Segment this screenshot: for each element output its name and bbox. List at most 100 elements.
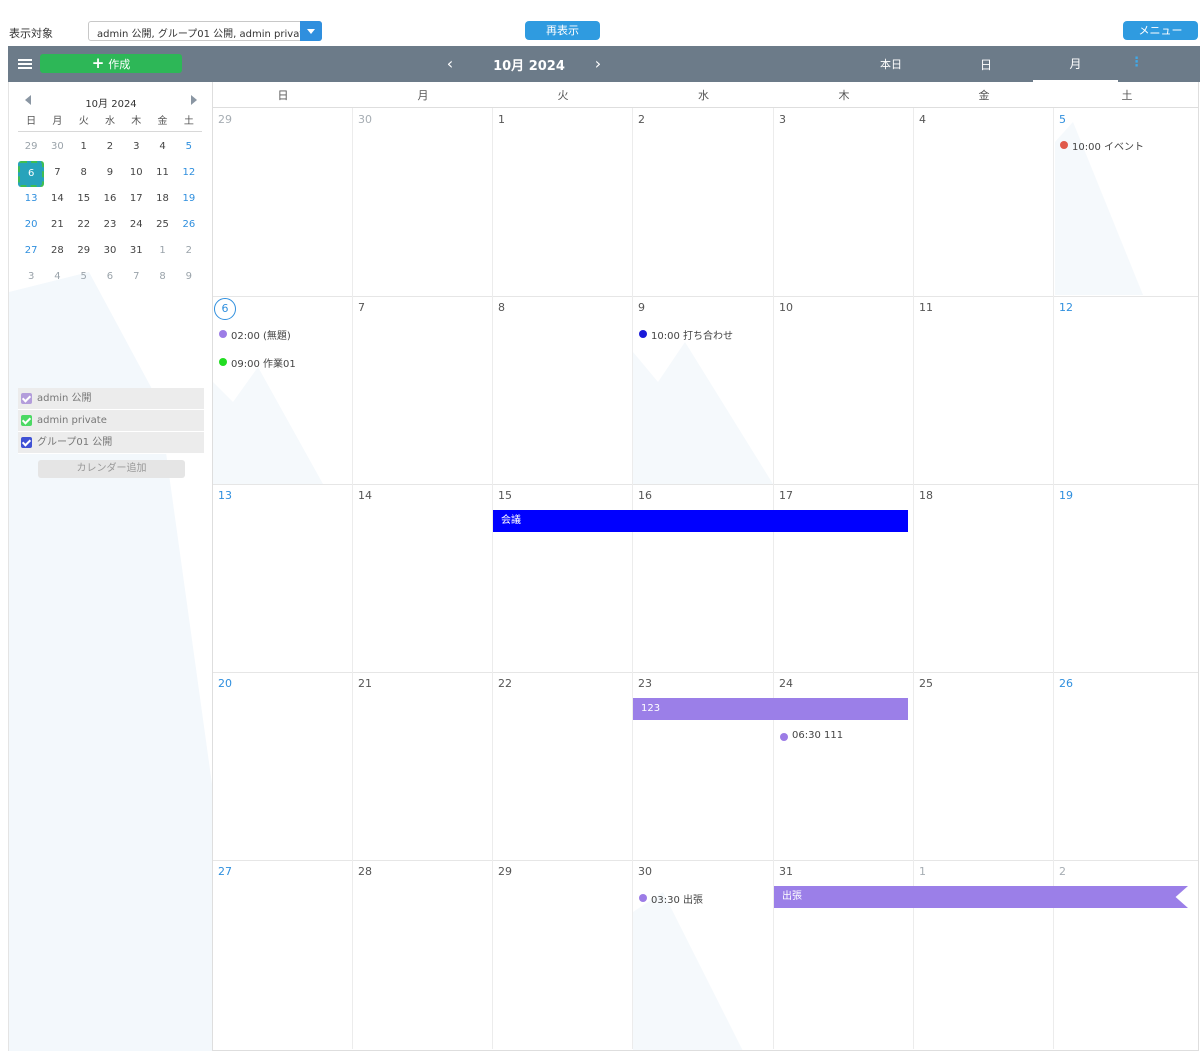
mini-day[interactable]: 29 bbox=[18, 136, 44, 162]
day-cell[interactable]: 3 bbox=[774, 108, 914, 297]
mini-day[interactable]: 4 bbox=[44, 266, 70, 292]
event-bar-business-trip[interactable]: 出張 bbox=[774, 886, 1188, 908]
month-view-tab[interactable]: 月 bbox=[1033, 46, 1118, 82]
day-cell[interactable]: 4 bbox=[914, 108, 1054, 297]
add-calendar-button[interactable]: カレンダー追加 bbox=[38, 460, 185, 478]
mini-day[interactable]: 29 bbox=[71, 240, 97, 266]
mini-next-month-icon[interactable] bbox=[191, 95, 197, 105]
mini-day[interactable]: 27 bbox=[18, 240, 44, 266]
checkbox-checked-icon[interactable] bbox=[21, 393, 32, 404]
mini-day-today[interactable]: 6 bbox=[18, 161, 45, 187]
mini-day[interactable]: 8 bbox=[71, 162, 97, 188]
mini-day[interactable]: 26 bbox=[176, 214, 202, 240]
event-bar-meeting[interactable]: 会議 bbox=[493, 510, 908, 532]
display-target-select[interactable]: admin 公開, グループ01 公開, admin private bbox=[88, 21, 322, 41]
day-cell[interactable]: 30 03:30 出張 bbox=[633, 860, 774, 1049]
event-item[interactable]: 02:00 (無題) bbox=[219, 327, 291, 342]
mini-day[interactable]: 9 bbox=[97, 162, 123, 188]
day-cell[interactable]: 14 bbox=[353, 484, 493, 673]
calendar-item-admin-public[interactable]: admin 公開 bbox=[18, 388, 204, 410]
mini-day[interactable]: 2 bbox=[176, 240, 202, 266]
day-cell[interactable]: 7 bbox=[353, 296, 493, 485]
day-cell[interactable]: 1 bbox=[493, 108, 633, 297]
mini-day[interactable]: 30 bbox=[44, 136, 70, 162]
day-cell[interactable]: 2 bbox=[633, 108, 774, 297]
event-bar-123[interactable]: 123 bbox=[633, 698, 908, 720]
mini-day[interactable]: 31 bbox=[123, 240, 149, 266]
day-cell[interactable]: 8 bbox=[493, 296, 633, 485]
event-item[interactable]: 10:00 イベント bbox=[1060, 138, 1144, 153]
day-cell[interactable]: 11 bbox=[914, 296, 1054, 485]
day-cell[interactable]: 9 10:00 打ち合わせ bbox=[633, 296, 774, 485]
day-cell[interactable]: 25 bbox=[914, 672, 1054, 861]
mini-day[interactable]: 17 bbox=[123, 188, 149, 214]
mini-day[interactable]: 20 bbox=[18, 214, 44, 240]
event-item[interactable]: 03:30 出張 bbox=[639, 891, 703, 906]
mini-prev-month-icon[interactable] bbox=[25, 95, 31, 105]
calendar-item-admin-private[interactable]: admin private bbox=[18, 410, 204, 432]
day-cell[interactable]: 29 bbox=[493, 860, 633, 1049]
day-cell[interactable]: 26 bbox=[1054, 672, 1198, 861]
day-cell[interactable]: 6 02:00 (無題) 09:00 作業01 bbox=[213, 296, 353, 485]
mini-day[interactable]: 16 bbox=[97, 188, 123, 214]
day-cell[interactable]: 21 bbox=[353, 672, 493, 861]
event-item[interactable]: 10:00 打ち合わせ bbox=[639, 327, 733, 342]
mini-day[interactable]: 6 bbox=[97, 266, 123, 292]
day-cell[interactable]: 12 bbox=[1054, 296, 1198, 485]
mini-day[interactable]: 30 bbox=[97, 240, 123, 266]
checkbox-checked-icon[interactable] bbox=[21, 437, 32, 448]
mini-day[interactable]: 28 bbox=[44, 240, 70, 266]
mini-day[interactable]: 5 bbox=[71, 266, 97, 292]
mini-calendar-header: 日 月 火 水 木 金 土 bbox=[18, 112, 202, 132]
day-cell[interactable]: 22 bbox=[493, 672, 633, 861]
mini-day[interactable]: 1 bbox=[149, 240, 175, 266]
mini-day[interactable]: 23 bbox=[97, 214, 123, 240]
mini-day[interactable]: 9 bbox=[176, 266, 202, 292]
mini-day[interactable]: 5 bbox=[176, 136, 202, 162]
mini-day[interactable]: 13 bbox=[18, 188, 44, 214]
day-cell[interactable]: 29 bbox=[213, 108, 353, 297]
create-button[interactable]: + 作成 bbox=[40, 54, 182, 73]
calendar-item-group01-public[interactable]: グループ01 公開 bbox=[18, 432, 204, 454]
more-options-icon[interactable]: ⋮ bbox=[1130, 55, 1143, 70]
mini-day[interactable]: 7 bbox=[123, 266, 149, 292]
mini-day[interactable]: 2 bbox=[97, 136, 123, 162]
checkbox-checked-icon[interactable] bbox=[21, 415, 32, 426]
day-cell[interactable]: 27 bbox=[213, 860, 353, 1049]
day-cell[interactable]: 19 bbox=[1054, 484, 1198, 673]
mini-day[interactable]: 3 bbox=[18, 266, 44, 292]
mini-day[interactable]: 22 bbox=[71, 214, 97, 240]
day-cell[interactable]: 13 bbox=[213, 484, 353, 673]
mini-day[interactable]: 4 bbox=[149, 136, 175, 162]
mini-day[interactable]: 25 bbox=[149, 214, 175, 240]
day-cell[interactable]: 30 bbox=[353, 108, 493, 297]
mini-day[interactable]: 1 bbox=[71, 136, 97, 162]
mini-day[interactable]: 19 bbox=[176, 188, 202, 214]
day-cell[interactable]: 5 10:00 イベント bbox=[1054, 108, 1198, 297]
menu-button[interactable]: メニュー bbox=[1123, 21, 1198, 40]
event-item[interactable]: 09:00 作業01 bbox=[219, 355, 296, 370]
day-cell[interactable]: 10 bbox=[774, 296, 914, 485]
event-item[interactable]: 06:30 111 bbox=[780, 730, 843, 741]
mini-day[interactable]: 15 bbox=[71, 188, 97, 214]
mini-day[interactable]: 3 bbox=[123, 136, 149, 162]
day-view-tab[interactable]: 日 bbox=[980, 56, 992, 73]
hamburger-menu-icon[interactable] bbox=[18, 59, 32, 69]
refresh-button[interactable]: 再表示 bbox=[525, 21, 600, 40]
next-month-button[interactable]: › bbox=[591, 55, 605, 73]
chevron-down-icon[interactable] bbox=[300, 21, 322, 41]
mini-day[interactable]: 18 bbox=[149, 188, 175, 214]
day-cell[interactable]: 20 bbox=[213, 672, 353, 861]
prev-month-button[interactable]: ‹ bbox=[443, 55, 457, 73]
mini-day[interactable]: 21 bbox=[44, 214, 70, 240]
mini-day[interactable]: 7 bbox=[44, 162, 70, 188]
today-button[interactable]: 本日 bbox=[880, 56, 902, 72]
mini-day[interactable]: 24 bbox=[123, 214, 149, 240]
mini-day[interactable]: 10 bbox=[123, 162, 149, 188]
day-cell[interactable]: 28 bbox=[353, 860, 493, 1049]
mini-day[interactable]: 11 bbox=[149, 162, 175, 188]
day-cell[interactable]: 18 bbox=[914, 484, 1054, 673]
mini-day[interactable]: 14 bbox=[44, 188, 70, 214]
mini-day[interactable]: 12 bbox=[176, 162, 202, 188]
mini-day[interactable]: 8 bbox=[149, 266, 175, 292]
